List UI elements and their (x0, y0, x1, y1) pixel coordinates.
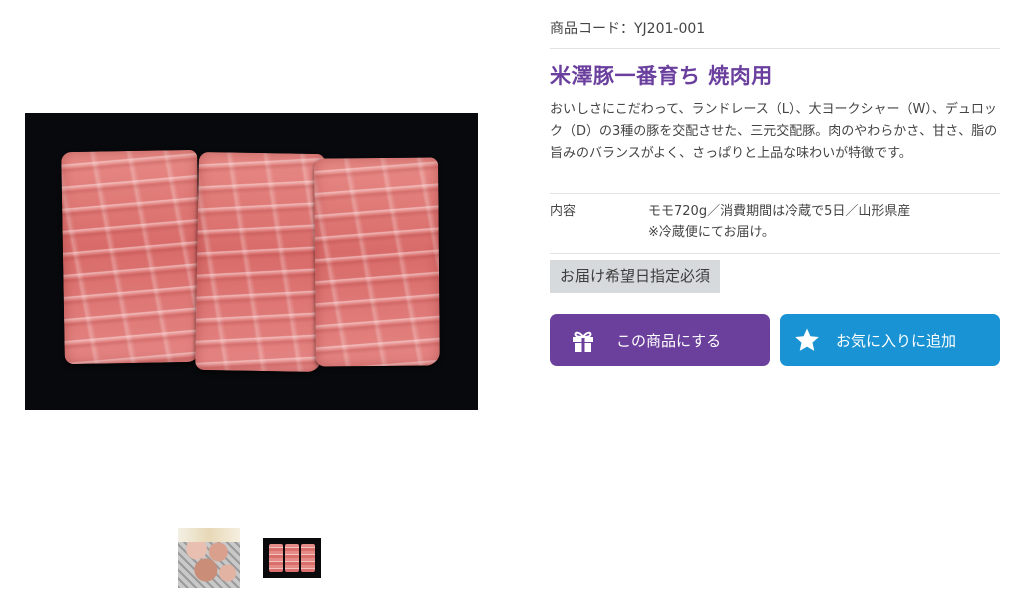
spec-value-line: モモ720g／消費期間は冷蔵で5日／山形県産 (648, 204, 911, 219)
divider (550, 48, 1000, 49)
meat-slices-middle (195, 151, 325, 373)
delivery-date-required-badge: お届け希望日指定必須 (550, 260, 721, 293)
star-icon (794, 327, 820, 353)
spec-value: モモ720g／消費期間は冷蔵で5日／山形県産 ※冷蔵便にてお届け。 (648, 201, 910, 243)
thumbnail-meat[interactable] (263, 538, 321, 578)
select-product-button[interactable]: この商品にする (550, 314, 770, 366)
add-to-favorites-button[interactable]: お気に入りに追加 (780, 314, 1000, 366)
select-product-button-label: この商品にする (616, 331, 722, 350)
thumbnail-package[interactable] (178, 528, 240, 588)
main-product-image[interactable] (25, 113, 478, 410)
product-page: 商品コード：YJ201-001 米澤豚一番育ち 焼肉用 おいしさにこだわって、ラ… (0, 0, 1024, 608)
divider (550, 253, 1000, 254)
spec-value-note: ※冷蔵便にてお届け。 (648, 225, 775, 240)
product-title: 米澤豚一番育ち 焼肉用 (550, 64, 773, 88)
product-code: 商品コード：YJ201-001 (550, 21, 706, 37)
meat-slices-right (314, 157, 440, 367)
divider (550, 193, 1000, 194)
thumbnail-meat-slice (301, 544, 315, 572)
gift-icon (570, 327, 596, 353)
thumbnail-meat-slice (269, 544, 283, 572)
spec-label: 内容 (550, 204, 577, 219)
product-description: おいしさにこだわって、ランドレース（L）、大ヨークシャー（W）、デュロック（D）… (550, 102, 998, 161)
thumbnail-meat-slice (285, 544, 299, 572)
meat-slices-left (61, 149, 201, 365)
add-to-favorites-button-label: お気に入りに追加 (836, 331, 957, 350)
